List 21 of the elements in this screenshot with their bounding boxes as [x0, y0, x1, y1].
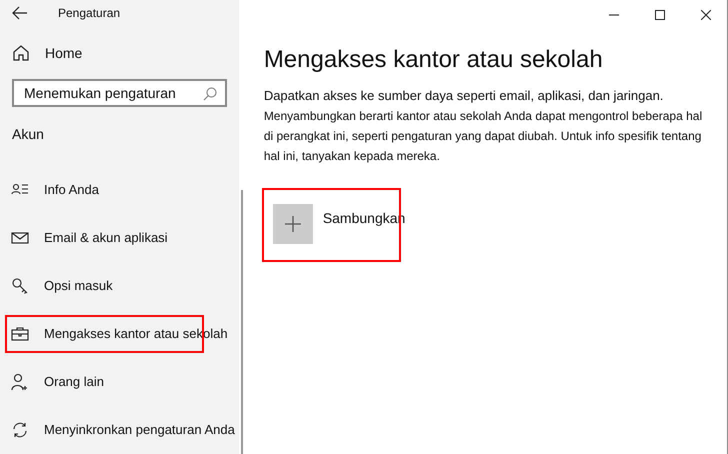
description: Dapatkan akses ke sumber daya seperti email, aplikasi, dan jaringan. [264, 87, 664, 105]
home-icon [12, 44, 30, 62]
nav-item[interactable]: Orang lain [5, 362, 108, 401]
key-icon [11, 276, 29, 295]
maximize-icon [654, 10, 665, 20]
person-add-icon [11, 372, 29, 391]
search-icon [202, 87, 217, 102]
briefcase-icon [11, 324, 29, 343]
nav-item[interactable]: Email & akun aplikasi [5, 218, 172, 257]
close-icon [700, 10, 711, 20]
nav-item[interactable]: Opsi masuk [5, 266, 117, 305]
sync-icon [11, 420, 29, 439]
nav-item[interactable]: Menyinkronkan pengaturan Anda [5, 410, 239, 449]
page-title: Mengakses kantor atau sekolah [264, 45, 604, 75]
home-link[interactable]: Home [0, 36, 239, 70]
nav-item[interactable]: Info Anda [5, 170, 103, 209]
search-field[interactable]: Menemukan pengaturan [12, 79, 227, 107]
window-title: Pengaturan [58, 5, 120, 22]
plus-icon [284, 216, 301, 232]
section-heading: Akun [12, 124, 45, 144]
description: Menyambungkan berarti kantor atau sekolah Anda dapat mengontrol beberapa hal di perangkat ini, seperti pengaturan yang dapat diubah. Untuk info spesifik tentang hal ini, tanyakan kepada mereka. [264, 108, 704, 165]
